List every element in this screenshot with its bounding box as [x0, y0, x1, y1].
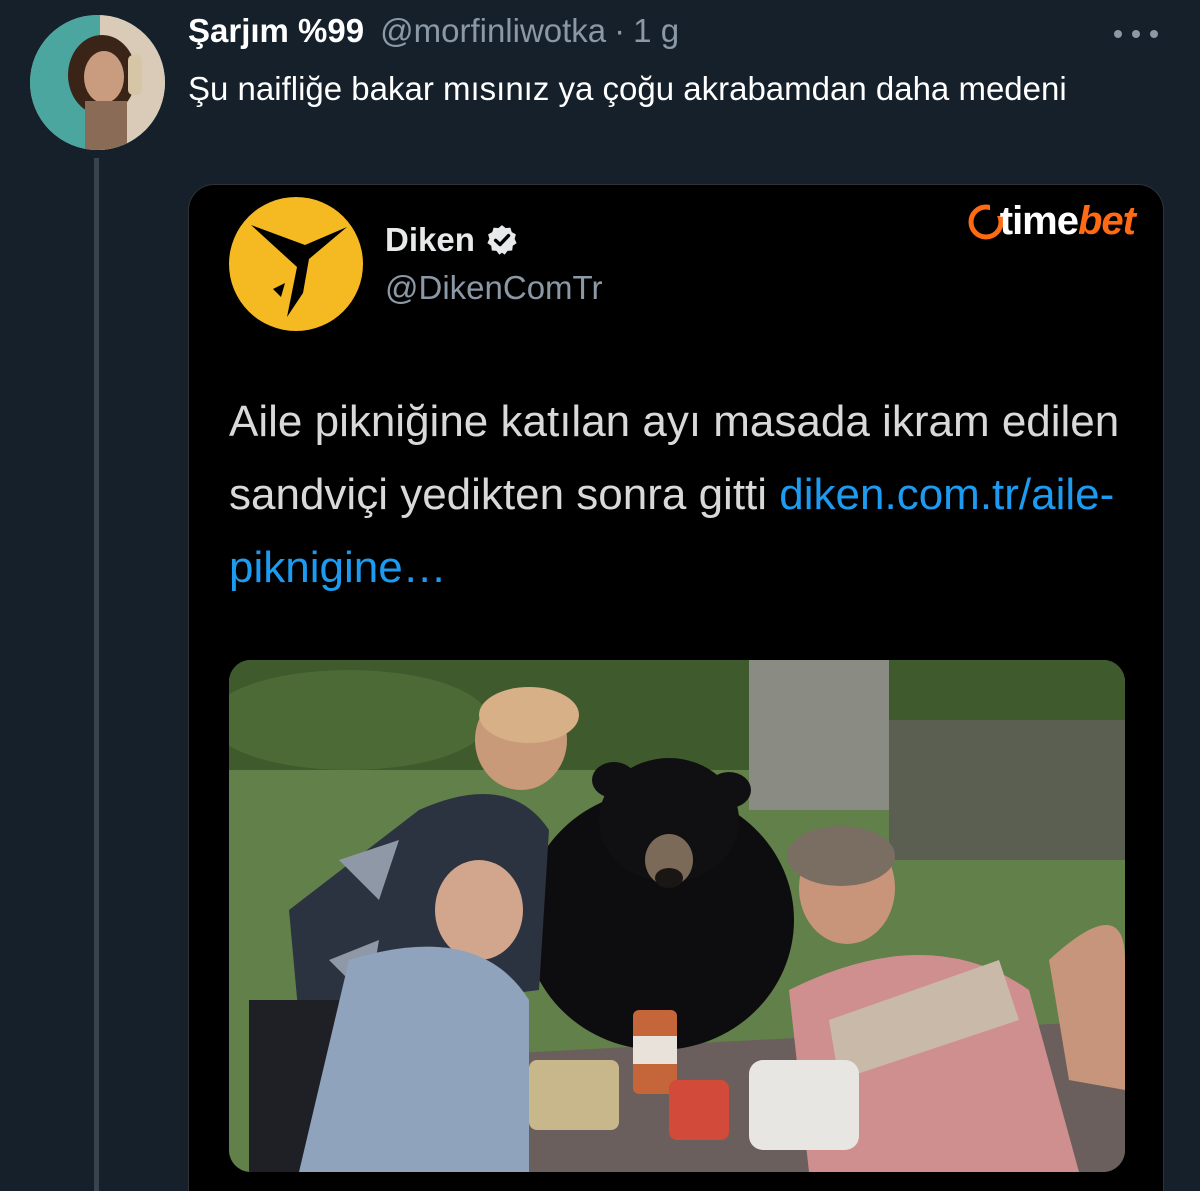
username[interactable]: @morfinliwotka — [380, 12, 606, 50]
author-avatar[interactable] — [30, 15, 165, 150]
picnic-bear-photo — [229, 660, 1125, 1172]
thread-line — [94, 158, 99, 1191]
diken-logo-icon — [251, 225, 347, 317]
more-dot — [1150, 30, 1158, 38]
separator-dot: · — [614, 12, 626, 49]
quoted-display-name: Diken — [385, 221, 475, 258]
quoted-username: @DikenComTr — [385, 269, 603, 306]
verified-badge-icon — [487, 225, 517, 255]
tweet-header: Şarjım %99 @morfinliwotka · 1 g — [188, 12, 679, 56]
display-name[interactable]: Şarjım %99 — [188, 12, 364, 50]
timebet-watermark: time bet — [966, 199, 1136, 244]
quoted-tweet-text: Aile pikniğine katılan ayı masada ikram … — [229, 385, 1139, 604]
diken-logo-avatar — [229, 197, 363, 331]
watermark-text-b: bet — [1078, 199, 1136, 243]
watermark-text-a: time — [999, 199, 1079, 243]
more-dot — [1114, 30, 1122, 38]
photo-illustration — [229, 660, 1125, 1172]
more-dot — [1132, 30, 1140, 38]
timestamp[interactable]: 1 g — [633, 12, 679, 50]
avatar-image — [30, 15, 165, 150]
tweet-page: Şarjım %99 @morfinliwotka · 1 g Şu naifl… — [0, 0, 1200, 1191]
quoted-name-row: Diken — [385, 221, 519, 259]
tweet-media-image[interactable]: Diken @DikenComTr time bet Aile pikniğin… — [188, 184, 1164, 1191]
tweet-text: Şu naifliğe bakar mısınız ya çoğu akraba… — [188, 70, 1067, 107]
more-horizontal-icon[interactable] — [1114, 26, 1158, 42]
